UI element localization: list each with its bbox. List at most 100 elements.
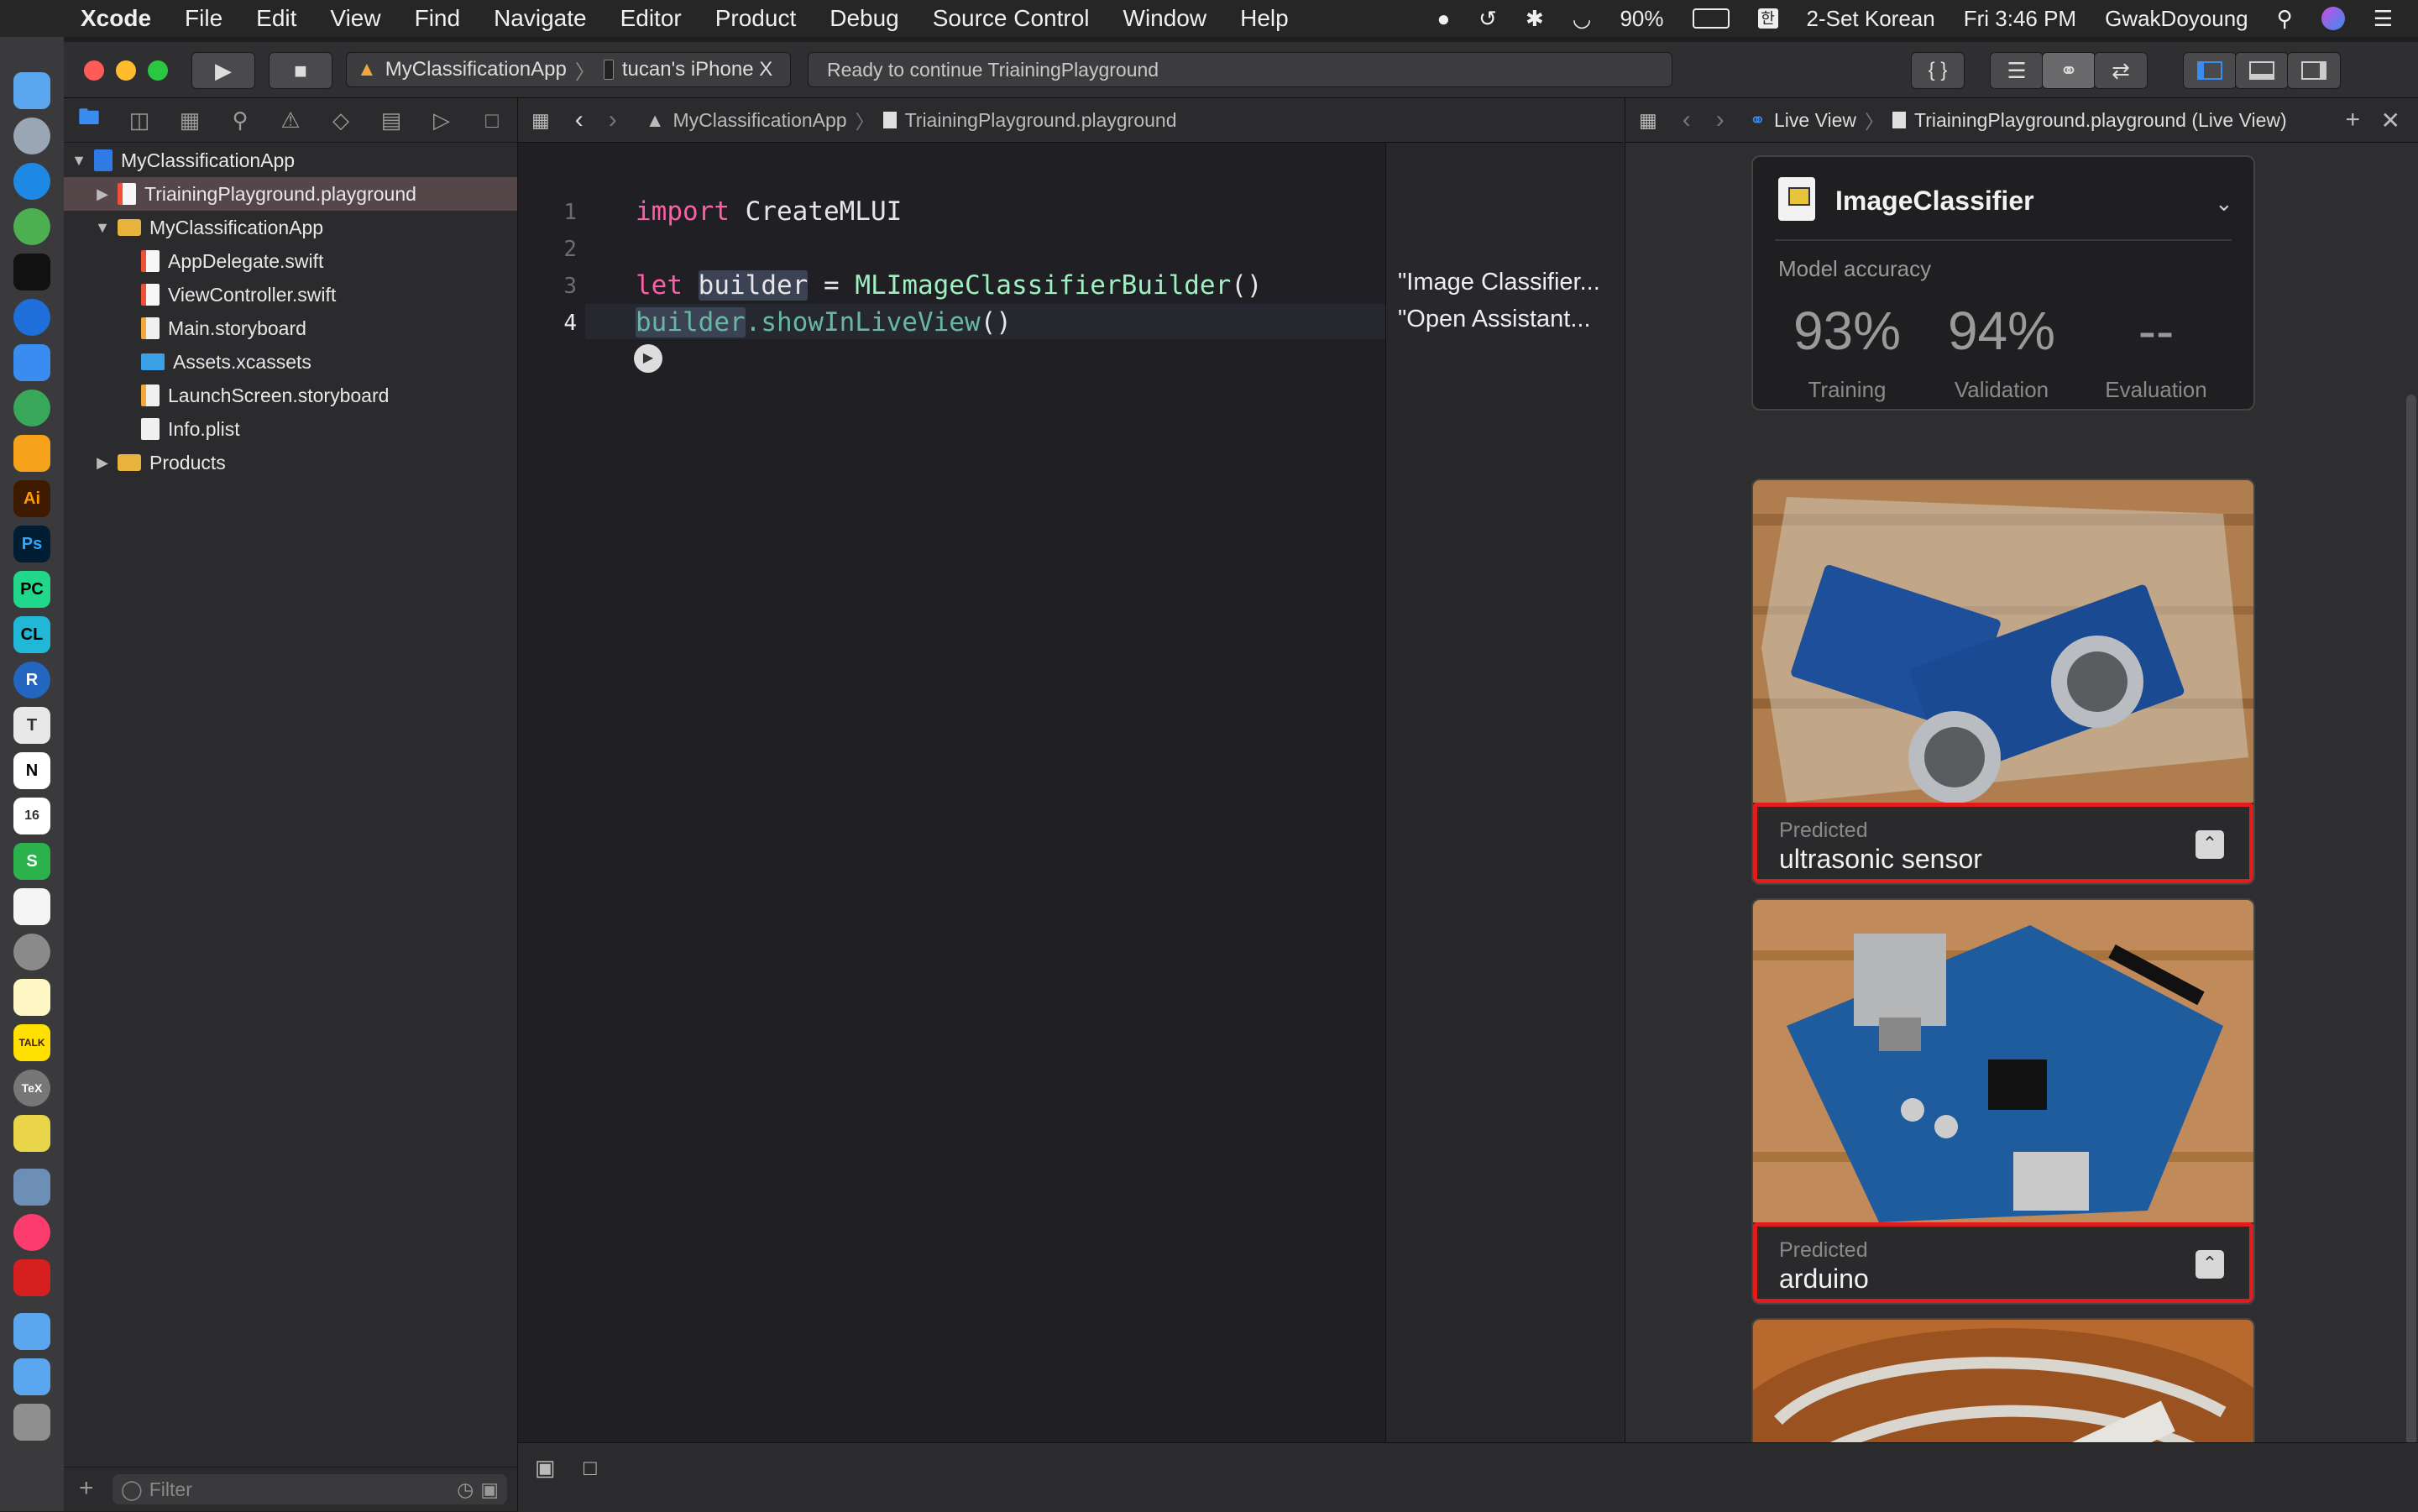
add-editor-icon[interactable]: +	[2345, 106, 2360, 134]
chrome-icon[interactable]	[13, 208, 50, 245]
toggle-inspector-button[interactable]	[2287, 52, 2341, 89]
input-source-label[interactable]: 2-Set Korean	[1807, 6, 1935, 32]
pycharm-icon[interactable]: PC	[13, 571, 50, 608]
photoshop-icon[interactable]: Ps	[13, 526, 50, 562]
notes-icon[interactable]	[13, 888, 50, 925]
tree-item-info-plist[interactable]: Info.plist	[64, 412, 517, 446]
notion-icon[interactable]: N	[13, 752, 50, 789]
scrivener-icon[interactable]: S	[13, 843, 50, 880]
system-preferences-icon[interactable]	[13, 934, 50, 971]
notification-center-icon[interactable]: ☰	[2374, 6, 2393, 32]
menu-app-name[interactable]: Xcode	[81, 5, 151, 32]
source-control-navigator-tab-icon[interactable]: ◫	[114, 107, 165, 133]
breakpoint-navigator-tab-icon[interactable]: ▷	[416, 107, 467, 133]
prediction-footer[interactable]: Predicted arduino ⌃	[1753, 1222, 2253, 1303]
battery-percent[interactable]: 90%	[1620, 6, 1663, 32]
wifi-icon[interactable]: ◡	[1573, 6, 1592, 32]
downloads-folder-icon[interactable]	[13, 1313, 50, 1350]
related-items-icon[interactable]: ▦	[531, 109, 550, 132]
acrobat-icon[interactable]	[13, 1259, 50, 1296]
chevron-up-icon[interactable]: ⌃	[2196, 1250, 2224, 1279]
hide-debug-area-icon[interactable]: ▣	[535, 1455, 556, 1481]
tree-item-project[interactable]: ▼ MyClassificationApp	[64, 144, 517, 177]
symbol-navigator-tab-icon[interactable]: ▦	[165, 107, 215, 133]
report-navigator-tab-icon[interactable]: □	[467, 107, 517, 133]
zoom-window-button[interactable]	[148, 60, 168, 81]
back-arrow-icon[interactable]: ‹	[575, 106, 584, 134]
breadcrumb-live-view[interactable]: Live View	[1774, 109, 1856, 132]
forward-arrow-icon[interactable]: ›	[609, 106, 617, 134]
source-editor[interactable]: 1 2 3 4 import CreateMLUI let builder = …	[518, 143, 1655, 1442]
tree-item-appdelegate[interactable]: AppDelegate.swift	[64, 244, 517, 278]
launchpad-icon[interactable]	[13, 118, 50, 154]
disclosure-open-icon[interactable]: ▼	[71, 152, 87, 170]
related-items-icon[interactable]: ▦	[1639, 109, 1657, 132]
siri-icon[interactable]	[2321, 7, 2345, 30]
debug-navigator-tab-icon[interactable]: ▤	[366, 107, 416, 133]
version-editor-button[interactable]: ⇄	[2094, 52, 2148, 89]
live-view-scrollbar[interactable]	[2406, 395, 2416, 1442]
run-button[interactable]: ▶	[191, 52, 255, 89]
scm-filter-icon[interactable]: ▣	[480, 1478, 499, 1501]
finder-icon[interactable]	[13, 72, 50, 109]
menu-edit[interactable]: Edit	[256, 5, 296, 32]
image-capture-icon[interactable]	[13, 1169, 50, 1206]
library-button[interactable]: { }	[1911, 52, 1965, 89]
messages-icon[interactable]: ●	[1437, 6, 1450, 32]
sketch-icon[interactable]	[13, 435, 50, 472]
close-editor-icon[interactable]: ✕	[2381, 107, 2400, 134]
toggle-navigator-button[interactable]	[2183, 52, 2237, 89]
back-arrow-icon[interactable]: ‹	[1683, 106, 1691, 134]
battery-icon[interactable]	[1692, 8, 1730, 29]
maps-icon[interactable]	[13, 299, 50, 336]
illustrator-icon[interactable]: Ai	[13, 480, 50, 517]
filter-input[interactable]: ◯ Filter ◷ ▣	[113, 1474, 507, 1504]
disclosure-closed-icon[interactable]: ▶	[94, 454, 111, 472]
menu-find[interactable]: Find	[415, 5, 460, 32]
input-source-icon[interactable]: 한	[1757, 8, 1778, 29]
add-icon[interactable]: +	[79, 1474, 94, 1503]
toggle-debug-area-button[interactable]	[2235, 52, 2289, 89]
code-line-3[interactable]: let builder = MLImageClassifierBuilder()	[636, 270, 1263, 301]
stop-playground-icon[interactable]: □	[584, 1455, 597, 1481]
menu-navigate[interactable]: Navigate	[494, 5, 587, 32]
tree-item-main-storyboard[interactable]: Main.storyboard	[64, 311, 517, 345]
tree-item-launchscreen[interactable]: LaunchScreen.storyboard	[64, 379, 517, 412]
tree-item-playground[interactable]: ▶ TriainingPlayground.playground	[64, 177, 517, 211]
scheme-selector[interactable]: ▲ MyClassificationApp 〉 tucan's iPhone X	[346, 52, 791, 87]
menu-product[interactable]: Product	[715, 5, 797, 32]
breadcrumb-project[interactable]: MyClassificationApp	[673, 109, 847, 132]
issue-navigator-tab-icon[interactable]: ⚠	[265, 107, 316, 133]
bluetooth-icon[interactable]: ✱	[1526, 6, 1544, 32]
tree-item-products[interactable]: ▶ Products	[64, 446, 517, 479]
code-line-1[interactable]: import CreateMLUI	[636, 196, 902, 227]
atom-icon[interactable]	[13, 390, 50, 426]
app-store-icon[interactable]	[13, 163, 50, 200]
forward-arrow-icon[interactable]: ›	[1716, 106, 1725, 134]
disclosure-open-icon[interactable]: ▼	[94, 219, 111, 237]
tree-item-group[interactable]: ▼ MyClassificationApp	[64, 211, 517, 244]
menu-source-control[interactable]: Source Control	[933, 5, 1090, 32]
find-navigator-tab-icon[interactable]: ⚲	[215, 107, 265, 133]
breadcrumb-file[interactable]: TriainingPlayground.playground	[905, 109, 1177, 132]
menu-view[interactable]: View	[330, 5, 380, 32]
standard-editor-button[interactable]: ☰	[1990, 52, 2044, 89]
close-window-button[interactable]	[84, 60, 104, 81]
prediction-footer[interactable]: Predicted ultrasonic sensor ⌃	[1753, 803, 2253, 883]
stickies-icon[interactable]	[13, 979, 50, 1016]
test-navigator-tab-icon[interactable]: ◇	[316, 107, 366, 133]
menu-debug[interactable]: Debug	[830, 5, 899, 32]
menu-window[interactable]: Window	[1123, 5, 1207, 32]
tree-item-assets[interactable]: Assets.xcassets	[64, 345, 517, 379]
clion-icon[interactable]: CL	[13, 616, 50, 653]
clock[interactable]: Fri 3:46 PM	[1964, 6, 2076, 32]
chevron-down-icon[interactable]: ⌄	[2215, 191, 2233, 217]
run-playground-play-icon[interactable]: ▶	[634, 344, 662, 373]
assistant-editor-button[interactable]: ⚭	[2042, 52, 2096, 89]
chevron-up-icon[interactable]: ⌃	[2196, 830, 2224, 859]
result-line-4[interactable]: "Open Assistant...	[1398, 306, 1591, 333]
disclosure-closed-icon[interactable]: ▶	[94, 186, 111, 203]
sticky-note-icon[interactable]	[13, 1115, 50, 1152]
trash-icon[interactable]	[13, 1404, 50, 1441]
recent-files-icon[interactable]: ◷	[457, 1478, 474, 1501]
